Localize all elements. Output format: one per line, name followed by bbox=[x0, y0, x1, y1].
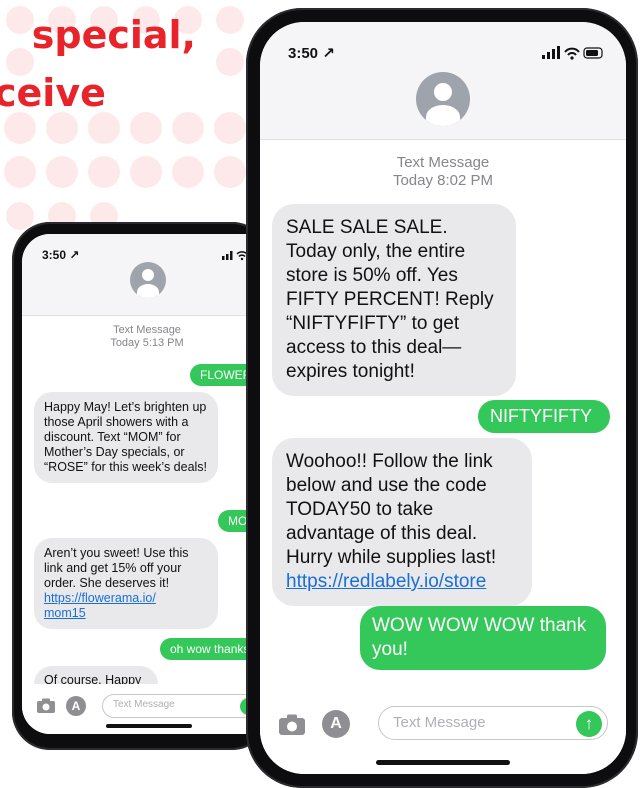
message-bubble-incoming: Woohoo!! Follow the link below and use t… bbox=[272, 438, 532, 606]
conversation-header: 3:50 ↗ bbox=[22, 234, 272, 316]
appstore-icon[interactable]: A bbox=[66, 696, 86, 716]
send-arrow-icon[interactable]: ↑ bbox=[576, 711, 602, 737]
camera-icon[interactable] bbox=[36, 698, 56, 714]
phone-small: 3:50 ↗ Text Message Today 5:13 PM FLOWER… bbox=[12, 222, 272, 750]
phone-large: 3:50 ↗ Text Message Today 8:02 PM SALE S… bbox=[246, 8, 638, 788]
message-bubble-outgoing: WOW WOW WOW thank you! bbox=[360, 606, 606, 670]
message-meta: Text Message Today 5:13 PM bbox=[22, 324, 272, 350]
message-bubble-incoming: SALE SALE SALE. Today only, the entire s… bbox=[272, 204, 516, 396]
home-indicator bbox=[376, 760, 510, 765]
message-bubble-incoming: Aren’t you sweet! Use this link and get … bbox=[34, 538, 218, 629]
status-time: 3:50 ↗ bbox=[288, 45, 335, 62]
message-bubble-incoming: Happy May! Let’s brighten up those April… bbox=[34, 392, 218, 483]
status-icons bbox=[542, 46, 603, 60]
headline-line-2: ceive bbox=[0, 71, 106, 115]
message-link[interactable]: https://flowerama.io/ mom15 bbox=[44, 591, 156, 620]
message-link[interactable]: https://redlabely.io/store bbox=[286, 571, 486, 592]
headline: special, ceive bbox=[0, 6, 240, 122]
contact-avatar-icon[interactable] bbox=[416, 72, 470, 126]
message-input[interactable]: Text Message bbox=[378, 706, 608, 740]
phone-small-screen: 3:50 ↗ Text Message Today 5:13 PM FLOWER… bbox=[22, 234, 272, 734]
message-bubble-outgoing: NIFTYFIFTY bbox=[478, 400, 610, 433]
message-meta: Text Message Today 8:02 PM bbox=[260, 154, 626, 190]
home-indicator bbox=[106, 724, 192, 728]
camera-icon[interactable] bbox=[278, 714, 306, 736]
status-time: 3:50 ↗ bbox=[42, 248, 80, 262]
message-timestamp: Today 8:02 PM bbox=[392, 172, 494, 189]
contact-avatar-icon[interactable] bbox=[130, 262, 166, 298]
message-composer: A Text Message ↑ bbox=[260, 696, 626, 774]
message-composer: A Text Message ↑ bbox=[22, 684, 272, 734]
phone-large-screen: 3:50 ↗ Text Message Today 8:02 PM SALE S… bbox=[260, 22, 626, 774]
conversation-header: 3:50 ↗ bbox=[260, 22, 626, 140]
message-type-label: Text Message bbox=[113, 324, 181, 336]
message-input[interactable]: Text Message bbox=[102, 694, 262, 718]
appstore-icon[interactable]: A bbox=[322, 710, 350, 738]
message-timestamp: Today 5:13 PM bbox=[110, 337, 184, 349]
headline-line-1: special, bbox=[31, 13, 196, 57]
message-type-label: Text Message bbox=[396, 154, 490, 171]
